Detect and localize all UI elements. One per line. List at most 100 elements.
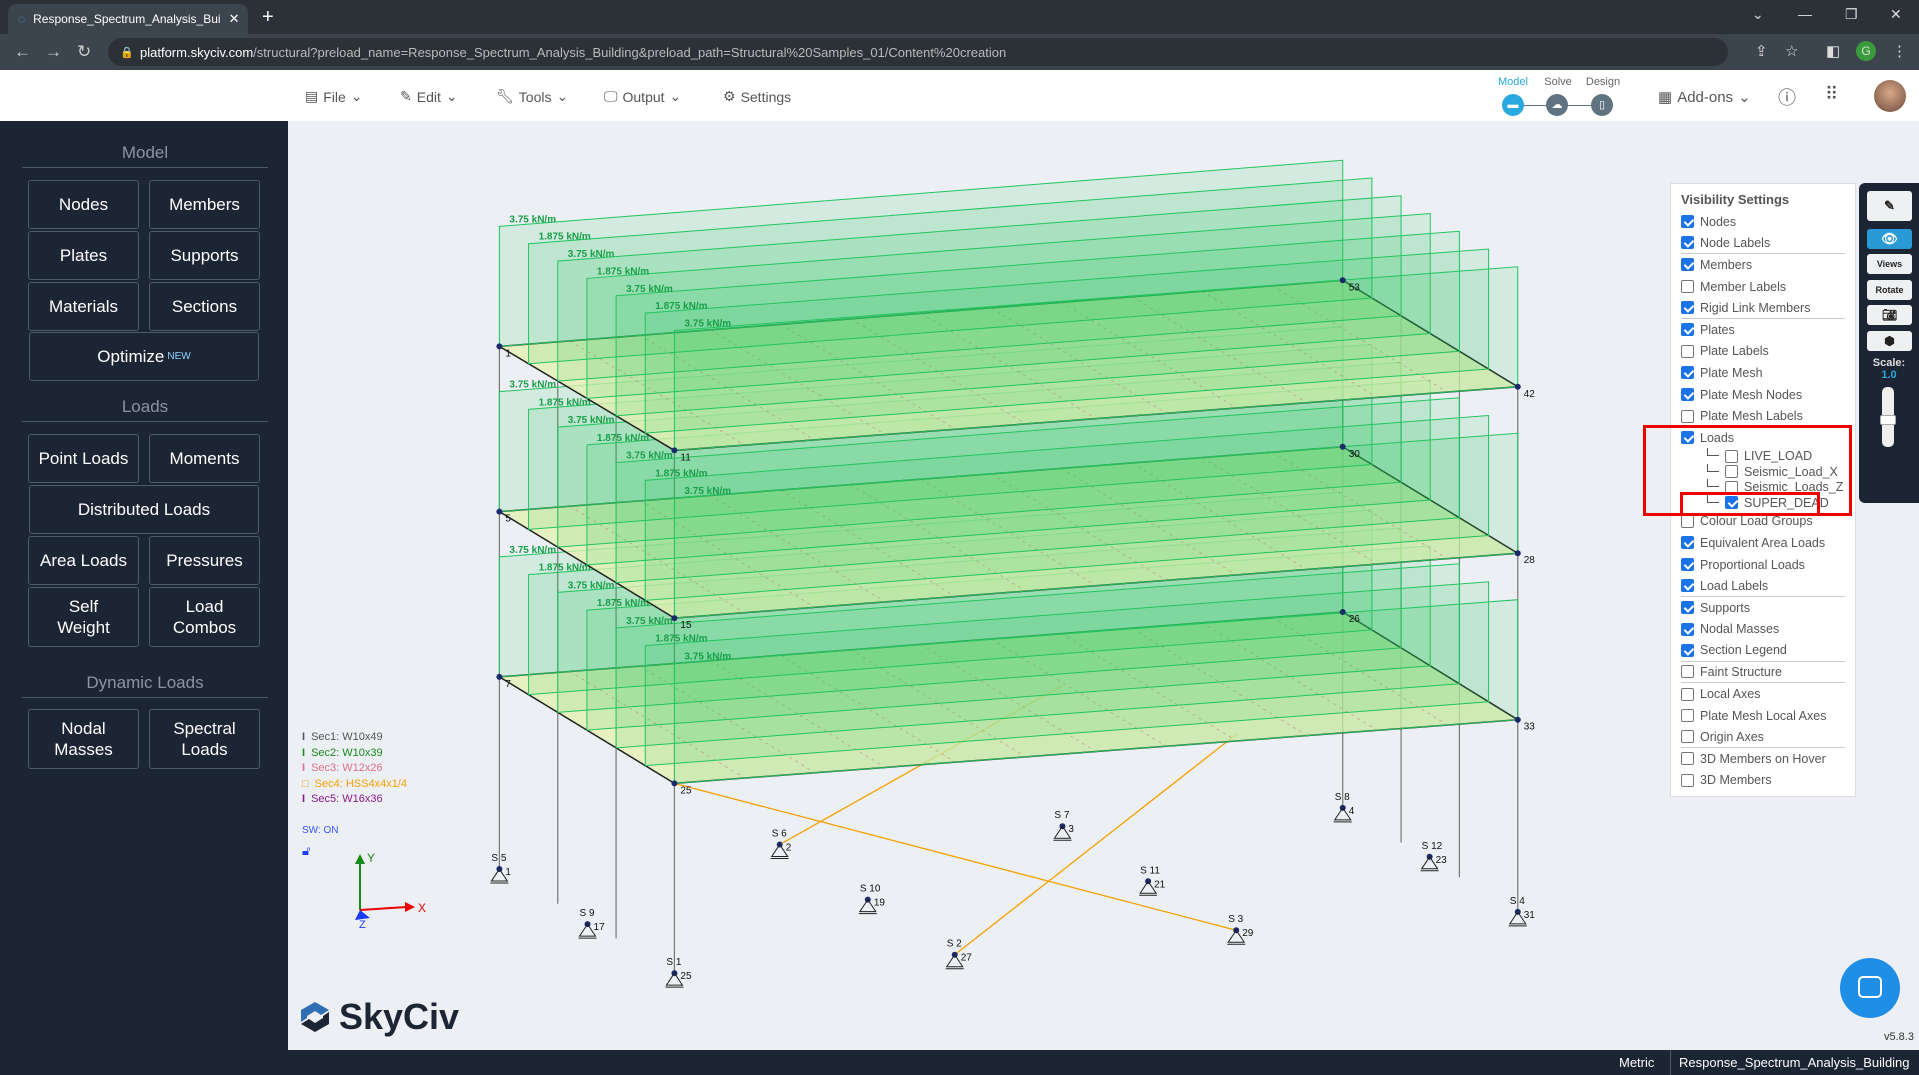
visibility-option[interactable]: Plate Mesh Nodes [1681,384,1845,406]
plates-button[interactable]: Plates [28,231,139,280]
tools-menu[interactable]: 🔧︎ Tools ⌄ [496,88,568,105]
pressures-button[interactable]: Pressures [149,536,260,585]
checkbox[interactable] [1681,752,1694,766]
checkbox[interactable] [1681,344,1694,358]
units-indicator[interactable]: Metric [1619,1055,1654,1070]
checkbox[interactable] [1681,665,1694,679]
checkbox[interactable] [1681,280,1694,294]
checkbox[interactable] [1681,536,1694,550]
edit-pencil-button[interactable]: ✎ [1867,191,1912,221]
addons-menu[interactable]: ▦ Add-ons ⌄ [1658,88,1751,107]
visibility-option[interactable]: Nodal Masses [1681,619,1845,641]
url-input[interactable]: 🔒 platform.skyciv.com/structural?preload_… [108,38,1728,66]
visibility-option[interactable]: Plate Mesh Labels [1681,405,1845,427]
checkbox[interactable] [1681,388,1694,402]
checkbox[interactable] [1681,773,1694,787]
visibility-option[interactable]: 3D Members [1681,770,1845,792]
checkbox[interactable] [1681,709,1694,723]
checkbox[interactable] [1681,323,1694,337]
visibility-option[interactable]: Faint Structure [1681,662,1845,684]
close-window-icon[interactable]: ✕ [1890,6,1902,23]
checkbox[interactable] [1681,215,1694,229]
views-button[interactable]: Views [1867,254,1912,274]
self-weight-button[interactable]: Self Weight [28,587,139,647]
camera-button[interactable]: 📷︎ [1867,305,1912,325]
load-combos-button[interactable]: Load Combos [149,587,260,647]
nodal-masses-button[interactable]: Nodal Masses [28,709,139,769]
help-icon[interactable]: ⓘ [1778,84,1796,110]
moments-button[interactable]: Moments [149,434,260,483]
solve-step-button[interactable]: ☁ [1546,94,1568,116]
cube-view-button[interactable]: ⬢ [1867,331,1912,351]
checkbox[interactable] [1681,409,1694,423]
visibility-option[interactable]: Plate Mesh Local Axes [1681,705,1845,727]
nodes-button[interactable]: Nodes [28,180,139,229]
chat-support-button[interactable] [1840,958,1900,1018]
visibility-option[interactable]: Load Labels [1681,575,1845,597]
browser-tab[interactable]: ◌ Response_Spectrum_Analysis_Bui ✕ [8,4,248,34]
visibility-option[interactable]: Proportional Loads [1681,554,1845,576]
members-button[interactable]: Members [149,180,260,229]
point-loads-button[interactable]: Point Loads [28,434,139,483]
scale-slider-handle[interactable] [1880,415,1896,425]
visibility-option[interactable]: Local Axes [1681,683,1845,705]
user-avatar[interactable] [1874,80,1906,112]
sections-button[interactable]: Sections [149,282,260,331]
visibility-option[interactable]: Equivalent Area Loads [1681,532,1845,554]
reload-icon[interactable]: ↻ [77,42,91,62]
checkbox[interactable] [1681,730,1694,744]
model-step-button[interactable]: ▬ [1502,94,1524,116]
optimize-button[interactable]: Optimize NEW [29,332,259,381]
checkbox[interactable] [1681,236,1694,250]
scale-slider[interactable] [1880,387,1896,447]
share-icon[interactable]: ⇪ [1755,42,1768,60]
visibility-option[interactable]: Plate Labels [1681,341,1845,363]
visibility-option[interactable]: 3D Members on Hover [1681,748,1845,770]
apps-grid-icon[interactable]: ⠿ [1825,84,1838,105]
visibility-option[interactable]: Nodes [1681,211,1845,233]
materials-button[interactable]: Materials [28,282,139,331]
back-icon[interactable]: ← [14,42,31,62]
checkbox[interactable] [1681,366,1694,380]
visibility-option[interactable]: Plate Mesh [1681,362,1845,384]
checkbox[interactable] [1681,258,1694,272]
unlock-icon[interactable]: 🔓︎ [302,843,310,859]
visibility-option[interactable]: Rigid Link Members [1681,297,1845,319]
close-tab-icon[interactable]: ✕ [229,11,240,27]
output-menu[interactable]: 🖵 Output ⌄ [604,88,681,105]
checkbox[interactable] [1681,514,1694,528]
checkbox[interactable] [1681,579,1694,593]
visibility-option[interactable]: Origin Axes [1681,726,1845,749]
edit-menu[interactable]: ✎ Edit ⌄ [400,88,458,105]
checkbox[interactable] [1681,601,1694,615]
visibility-option[interactable]: Members [1681,254,1845,276]
visibility-option[interactable]: Plates [1681,319,1845,341]
visibility-option[interactable]: Supports [1681,597,1845,619]
tab-list-icon[interactable]: ⌄ [1752,6,1764,23]
visibility-eye-button[interactable]: 👁︎ [1867,229,1912,249]
distributed-loads-button[interactable]: Distributed Loads [29,485,259,534]
visibility-option[interactable]: Node Labels [1681,233,1845,255]
profile-avatar[interactable]: G [1856,41,1876,61]
visibility-option[interactable]: Section Legend [1681,640,1845,662]
minimize-icon[interactable]: — [1798,6,1812,22]
area-loads-button[interactable]: Area Loads [28,536,139,585]
forward-icon[interactable]: → [45,42,62,62]
visibility-option[interactable]: Member Labels [1681,276,1845,298]
settings-menu[interactable]: ⚙ Settings [723,88,791,105]
checkbox[interactable] [1681,687,1694,701]
spectral-loads-button[interactable]: Spectral Loads [149,709,260,769]
checkbox[interactable] [1681,622,1694,636]
checkbox[interactable] [1681,301,1694,315]
file-menu[interactable]: ▤ File ⌄ [305,88,363,105]
design-step-button[interactable]: ▯ [1591,94,1613,116]
side-panel-icon[interactable]: ◧ [1826,42,1840,60]
supports-button[interactable]: Supports [149,231,260,280]
checkbox[interactable] [1681,558,1694,572]
new-tab-icon[interactable]: + [262,6,274,29]
restore-icon[interactable]: ❐ [1845,6,1858,23]
bookmark-star-icon[interactable]: ☆ [1785,42,1798,60]
rotate-button[interactable]: Rotate [1867,280,1912,300]
browser-menu-icon[interactable]: ⋮ [1892,42,1907,60]
checkbox[interactable] [1681,643,1694,657]
